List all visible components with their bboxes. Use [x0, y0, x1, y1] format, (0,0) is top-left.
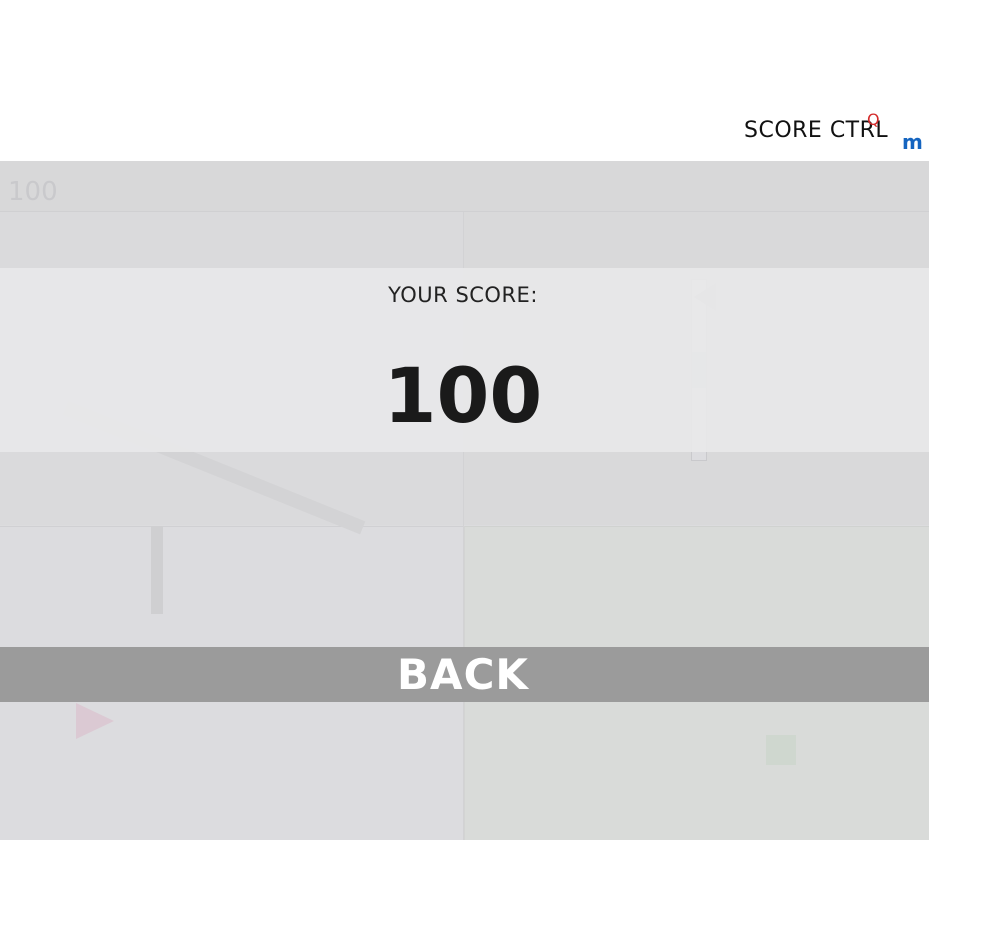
- back-button-label: BACK: [397, 650, 529, 699]
- score-label: YOUR SCORE:: [388, 283, 538, 307]
- brand-logo: SCORE CTRL Q m: [744, 110, 934, 158]
- brand-mark-q: Q: [867, 110, 880, 129]
- brand-mark-m: m: [902, 130, 923, 154]
- hud-score: 100: [8, 177, 58, 207]
- hud-bar: 100: [0, 161, 929, 212]
- pink-arrow-icon: [76, 703, 114, 739]
- score-value: 100: [383, 351, 543, 440]
- vertical-paddle: [151, 526, 163, 614]
- back-button[interactable]: BACK: [0, 647, 929, 702]
- game-board: 100: [0, 161, 929, 840]
- green-square-block: [766, 735, 796, 765]
